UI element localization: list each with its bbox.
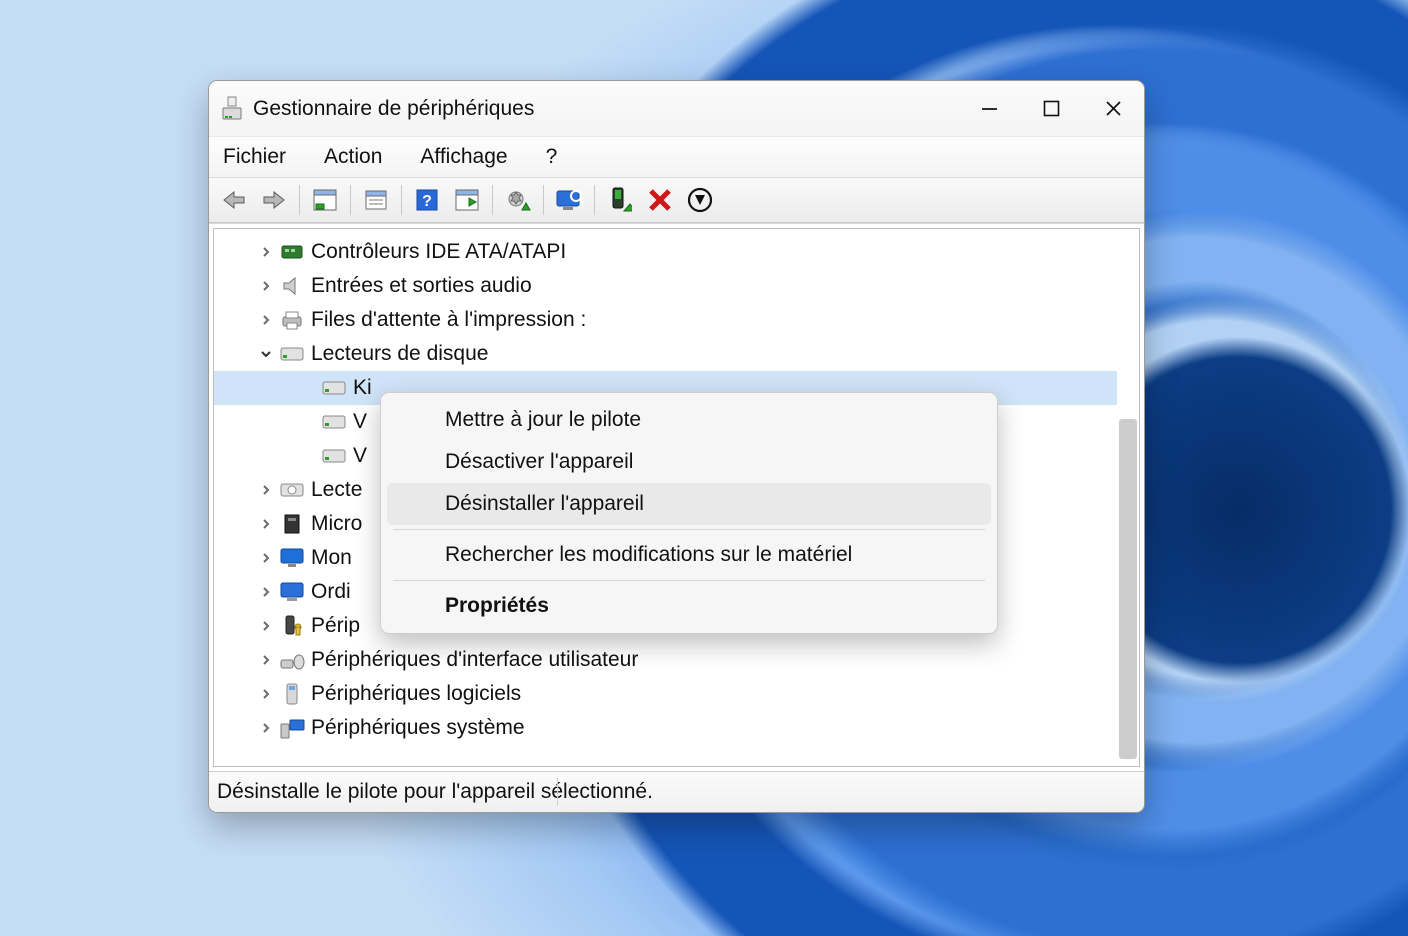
expander-icon[interactable] [256,245,276,259]
context-menu-item-label: Désinstaller l'appareil [445,492,644,516]
scan-hardware-button[interactable] [550,182,588,218]
device-category-icon [278,581,306,603]
tree-node-label: Contrôleurs IDE ATA/ATAPI [311,240,566,264]
context-menu-item[interactable]: Propriétés [387,585,991,627]
disk-drive-icon [320,447,348,465]
tree-node[interactable]: Périphériques système [214,711,1117,745]
back-button[interactable] [215,182,253,218]
tree-node-label: Mon [311,546,352,570]
properties-button[interactable] [357,182,395,218]
close-button[interactable] [1082,81,1144,136]
context-menu-item-label: Désactiver l'appareil [445,450,633,474]
tree-node-label: Lecte [311,478,362,502]
help-button[interactable]: ? [408,182,446,218]
menu-view[interactable]: Affichage [414,141,513,173]
expander-icon[interactable] [256,313,276,327]
context-menu-item-label: Propriétés [445,594,549,618]
device-category-icon [278,614,306,638]
tree-node[interactable]: Périphériques d'interface utilisateur [214,643,1117,677]
scrollbar[interactable] [1119,419,1137,759]
minimize-button[interactable] [958,81,1020,136]
device-category-icon [278,309,306,331]
tree-node[interactable]: Périphériques logiciels [214,677,1117,711]
expander-icon[interactable] [256,347,276,361]
window-title: Gestionnaire de périphériques [253,97,534,121]
expander-icon[interactable] [256,619,276,633]
maximize-button[interactable] [1020,81,1082,136]
toolbar: ? [209,177,1144,223]
disk-drive-icon [320,413,348,431]
tree-node-label: Périphériques système [311,716,525,740]
device-category-icon [278,682,306,706]
svg-text:?: ? [422,193,432,210]
statusbar: Désinstalle le pilote pour l'appareil sé… [209,771,1144,812]
expander-icon[interactable] [256,279,276,293]
context-menu-separator [393,529,985,530]
menu-file[interactable]: Fichier [217,141,292,173]
tree-node-label: Files d'attente à l'impression : [311,308,586,332]
tree-node-label: Ordi [311,580,351,604]
context-menu-item[interactable]: Mettre à jour le pilote [387,399,991,441]
context-menu-item[interactable]: Rechercher les modifications sur le maté… [387,534,991,576]
expander-icon[interactable] [256,653,276,667]
menubar: Fichier Action Affichage ? [209,136,1144,177]
tree-node-label: V [353,410,367,434]
tree-node-label: Périphériques logiciels [311,682,521,706]
device-category-icon [278,547,306,569]
tree-node[interactable]: Contrôleurs IDE ATA/ATAPI [214,235,1117,269]
context-menu-item[interactable]: Désinstaller l'appareil [387,483,991,525]
device-category-icon [278,481,306,499]
tree-node-label: Micro [311,512,362,536]
device-category-icon [278,717,306,739]
forward-button[interactable] [255,182,293,218]
update-driver-button[interactable] [499,182,537,218]
action-button[interactable] [448,182,486,218]
uninstall-device-button[interactable] [641,182,679,218]
context-menu-item[interactable]: Désactiver l'appareil [387,441,991,483]
tree-node-label: Entrées et sorties audio [311,274,532,298]
menu-action[interactable]: Action [318,141,388,173]
context-menu-item-label: Rechercher les modifications sur le maté… [445,543,852,567]
tree-node[interactable]: Files d'attente à l'impression : [214,303,1117,337]
expander-icon[interactable] [256,687,276,701]
tree-node[interactable]: Lecteurs de disque [214,337,1117,371]
tree-node-label: Ki [353,376,372,400]
expander-icon[interactable] [256,517,276,531]
tree-node-label: Périp [311,614,360,638]
titlebar[interactable]: Gestionnaire de périphériques [209,81,1144,136]
enable-device-button[interactable] [601,182,639,218]
menu-help[interactable]: ? [540,141,564,173]
device-category-icon [278,275,306,297]
tree-node-label: Lecteurs de disque [311,342,488,366]
device-category-icon [278,345,306,363]
expander-icon[interactable] [256,721,276,735]
status-text: Désinstalle le pilote pour l'appareil sé… [217,780,653,804]
context-menu: Mettre à jour le pilote Désactiver l'appa… [380,392,998,634]
tree-node[interactable]: Entrées et sorties audio [214,269,1117,303]
expander-icon[interactable] [256,483,276,497]
device-category-icon [278,650,306,670]
tree-node-label: V [353,444,367,468]
disable-device-button[interactable] [681,182,719,218]
device-category-icon [278,513,306,535]
device-category-icon [278,242,306,262]
expander-icon[interactable] [256,551,276,565]
show-hide-tree-button[interactable] [306,182,344,218]
app-icon [221,96,243,122]
tree-node-label: Périphériques d'interface utilisateur [311,648,638,672]
expander-icon[interactable] [256,585,276,599]
context-menu-separator [393,580,985,581]
context-menu-item-label: Mettre à jour le pilote [445,408,641,432]
disk-drive-icon [320,379,348,397]
